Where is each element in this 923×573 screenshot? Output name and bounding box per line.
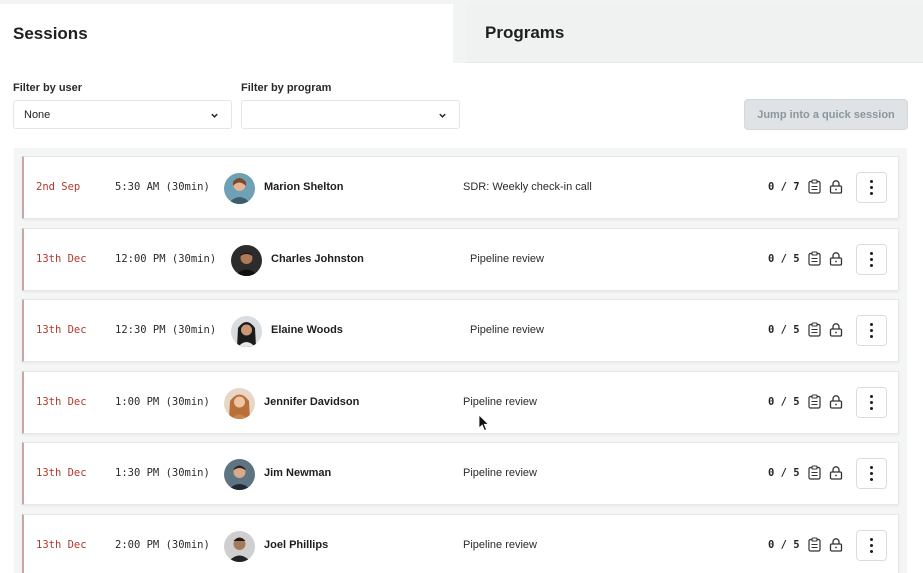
session-menu-button[interactable]: [856, 172, 887, 203]
filter-program-label: Filter by program: [241, 82, 332, 94]
session-list: 2nd Sep 5:30 AM (30min) Marion Shelton S…: [14, 148, 907, 573]
session-row[interactable]: 13th Dec 12:30 PM (30min) Elaine Woods P…: [22, 299, 899, 362]
session-row[interactable]: 2nd Sep 5:30 AM (30min) Marion Shelton S…: [22, 156, 899, 219]
session-program: Pipeline review: [470, 253, 544, 265]
tab-sessions[interactable]: Sessions: [0, 4, 453, 63]
avatar: [224, 531, 255, 562]
session-time: 12:00 PM (30min): [115, 253, 217, 265]
session-menu-button[interactable]: [856, 458, 887, 489]
lock-icon[interactable]: [829, 251, 843, 266]
more-vertical-icon: [870, 252, 873, 267]
chevron-down-icon: [439, 113, 446, 118]
filter-user-value: None: [24, 108, 51, 121]
session-time: 1:30 PM (30min): [115, 467, 210, 479]
lock-icon[interactable]: [829, 322, 843, 337]
mouse-cursor-icon: [478, 414, 490, 432]
session-row[interactable]: 13th Dec 2:00 PM (30min) Joel Phillips P…: [22, 514, 899, 573]
tab-programs[interactable]: Programs: [466, 4, 923, 63]
session-progress-count: 0 / 5: [768, 539, 800, 551]
chevron-down-icon: [211, 113, 218, 118]
more-vertical-icon: [870, 395, 873, 410]
session-date: 13th Dec: [36, 253, 87, 265]
session-date: 13th Dec: [36, 324, 87, 336]
session-user-name: Jim Newman: [264, 467, 332, 479]
session-row[interactable]: 13th Dec 1:30 PM (30min) Jim Newman Pipe…: [22, 442, 899, 505]
session-program: SDR: Weekly check-in call: [463, 181, 592, 193]
avatar: [224, 459, 255, 490]
clipboard-icon[interactable]: [808, 251, 821, 266]
session-progress-count: 0 / 5: [768, 324, 800, 336]
clipboard-icon[interactable]: [808, 537, 821, 552]
more-vertical-icon: [870, 323, 873, 338]
avatar: [224, 173, 255, 204]
filter-program-select[interactable]: [241, 100, 460, 129]
clipboard-icon[interactable]: [808, 322, 821, 337]
session-row[interactable]: 13th Dec 12:00 PM (30min) Charles Johnst…: [22, 228, 899, 291]
session-progress-count: 0 / 5: [768, 396, 800, 408]
session-user-name: Jennifer Davidson: [264, 396, 360, 408]
clipboard-icon[interactable]: [808, 394, 821, 409]
avatar: [231, 245, 262, 276]
quick-session-button[interactable]: Jump into a quick session: [744, 99, 908, 130]
session-date: 2nd Sep: [36, 181, 81, 193]
lock-icon[interactable]: [829, 537, 843, 552]
clipboard-icon[interactable]: [808, 465, 821, 480]
session-menu-button[interactable]: [856, 387, 887, 418]
session-user-name: Elaine Woods: [271, 324, 343, 336]
session-date: 13th Dec: [36, 539, 87, 551]
session-time: 2:00 PM (30min): [115, 539, 210, 551]
session-date: 13th Dec: [36, 467, 87, 479]
session-progress-count: 0 / 5: [768, 467, 800, 479]
clipboard-icon[interactable]: [808, 179, 821, 194]
more-vertical-icon: [870, 466, 873, 481]
session-user-name: Joel Phillips: [264, 539, 329, 551]
lock-icon[interactable]: [829, 179, 843, 194]
filter-user-select[interactable]: None: [13, 100, 232, 129]
session-menu-button[interactable]: [856, 530, 887, 561]
session-user-name: Marion Shelton: [264, 181, 344, 193]
session-program: Pipeline review: [463, 539, 537, 551]
session-time: 12:30 PM (30min): [115, 324, 217, 336]
tab-bar: Sessions Programs: [0, 0, 923, 63]
lock-icon[interactable]: [829, 394, 843, 409]
session-progress-count: 0 / 5: [768, 253, 800, 265]
filter-user-label: Filter by user: [13, 82, 83, 94]
session-program: Pipeline review: [470, 324, 544, 336]
avatar: [224, 388, 255, 419]
session-user-name: Charles Johnston: [271, 253, 364, 265]
session-program: Pipeline review: [463, 396, 537, 408]
more-vertical-icon: [870, 180, 873, 195]
session-menu-button[interactable]: [856, 315, 887, 346]
session-time: 5:30 AM (30min): [115, 181, 210, 193]
session-menu-button[interactable]: [856, 244, 887, 275]
avatar: [231, 316, 262, 347]
session-time: 1:00 PM (30min): [115, 396, 210, 408]
session-program: Pipeline review: [463, 467, 537, 479]
session-row[interactable]: 13th Dec 1:00 PM (30min) Jennifer Davids…: [22, 371, 899, 434]
session-date: 13th Dec: [36, 396, 87, 408]
session-progress-count: 0 / 7: [768, 181, 800, 193]
lock-icon[interactable]: [829, 465, 843, 480]
more-vertical-icon: [870, 538, 873, 553]
